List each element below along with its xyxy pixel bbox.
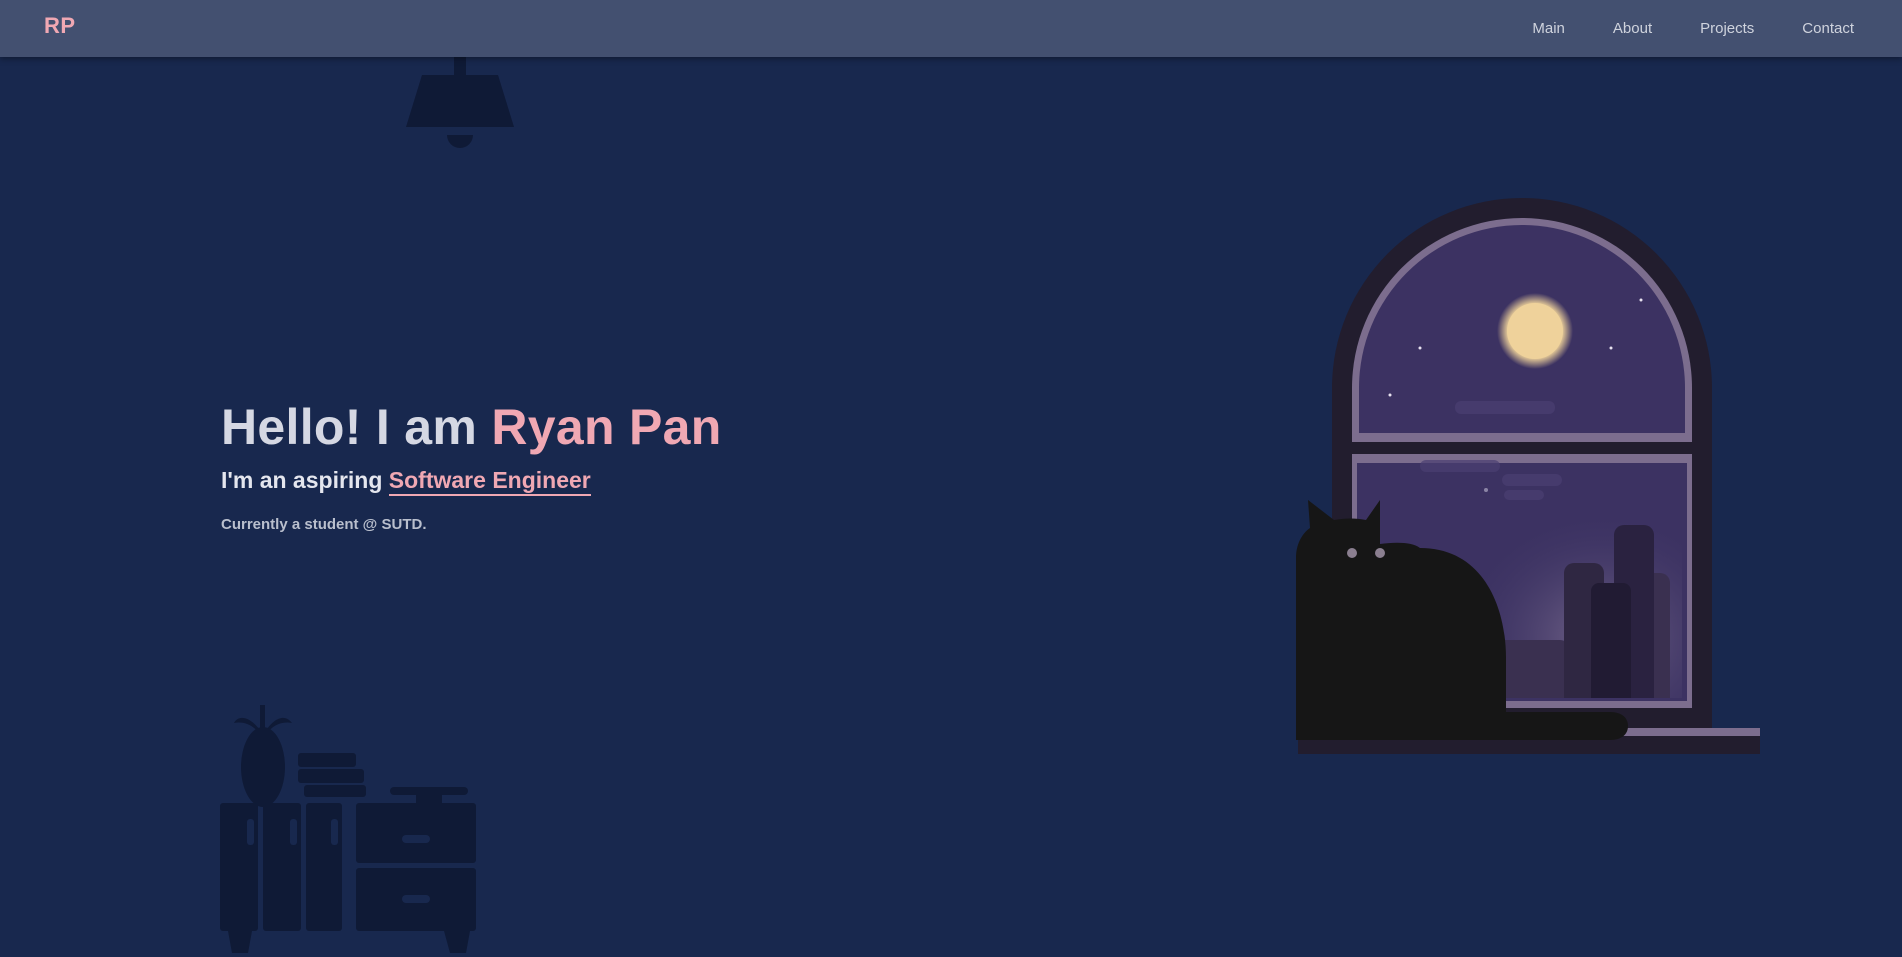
hero-heading: Hello! I am Ryan Pan bbox=[221, 400, 722, 455]
nav-link-projects[interactable]: Projects bbox=[1700, 20, 1754, 37]
hero-tagline: I'm an aspiring Software Engineer bbox=[221, 467, 722, 496]
logo[interactable]: RP bbox=[44, 13, 76, 39]
greeting-text: Hello! I am bbox=[221, 399, 492, 455]
navbar: RP Main About Projects Contact bbox=[0, 0, 1902, 57]
cat-icon bbox=[1296, 500, 1628, 740]
nav-link-contact[interactable]: Contact bbox=[1802, 20, 1854, 37]
hero-role: Software Engineer bbox=[388, 467, 591, 496]
nav-links: Main About Projects Contact bbox=[1484, 0, 1854, 57]
tagline-prefix: I'm an aspiring bbox=[221, 467, 389, 493]
ceiling-lamp-icon bbox=[406, 57, 514, 148]
dresser-plant-icon bbox=[220, 705, 476, 953]
nav-link-about[interactable]: About bbox=[1613, 20, 1652, 37]
hero-name: Ryan Pan bbox=[491, 399, 722, 455]
hero-status: Currently a student @ SUTD. bbox=[221, 515, 427, 533]
nav-link-main[interactable]: Main bbox=[1532, 20, 1565, 37]
hero: Hello! I am Ryan Pan I'm an aspiring Sof… bbox=[221, 400, 722, 533]
